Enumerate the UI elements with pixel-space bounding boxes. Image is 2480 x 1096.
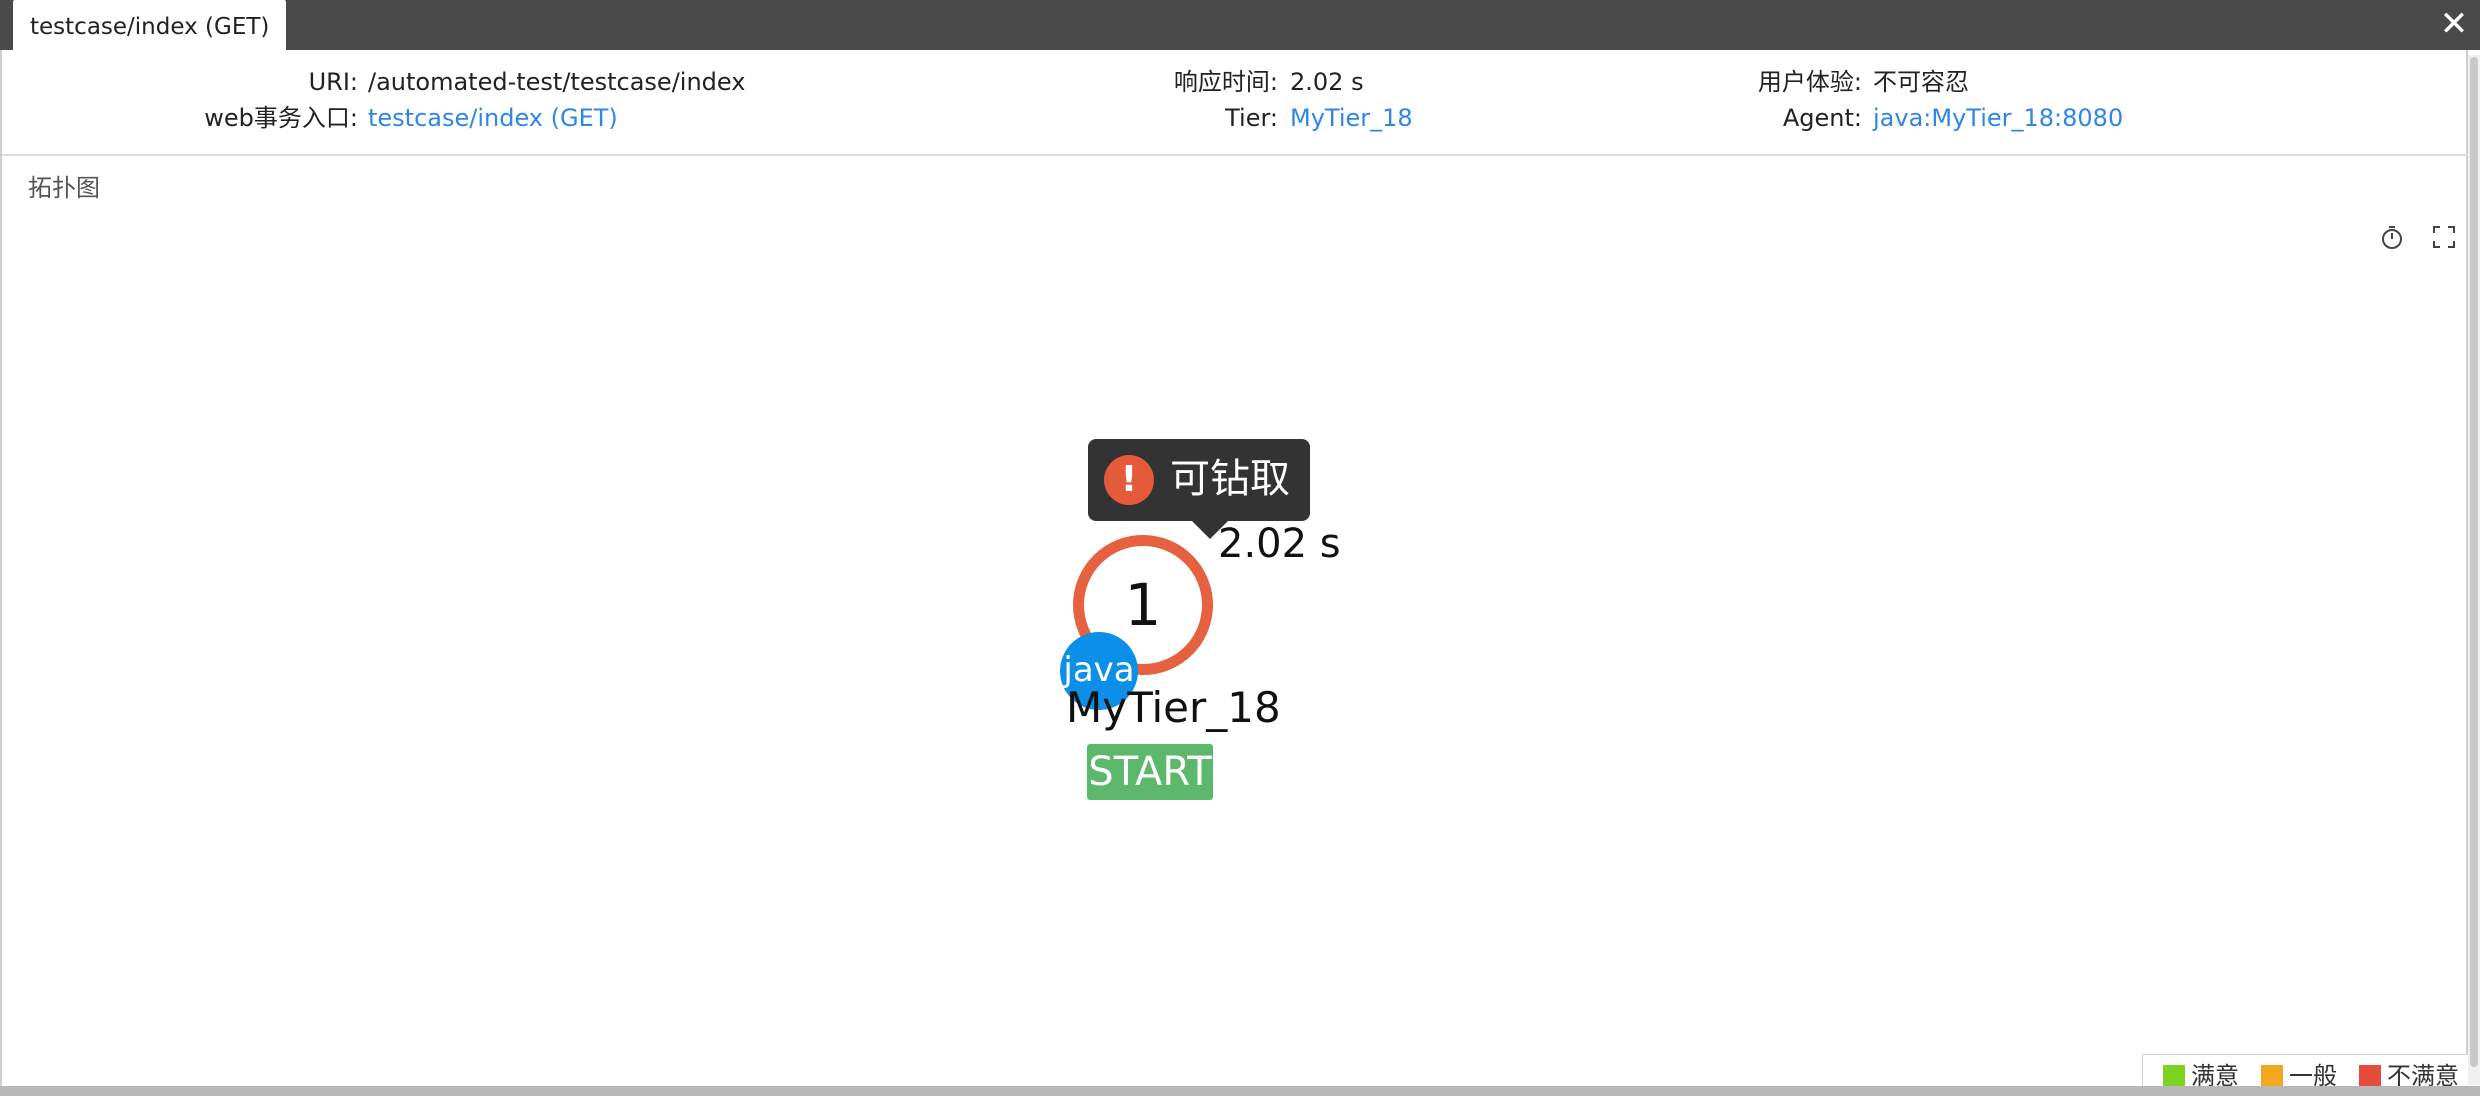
agent-label: Agent: <box>1782 104 1862 132</box>
drillable-tooltip[interactable]: ! 可钻取 <box>1088 439 1310 539</box>
close-icon[interactable]: ✕ <box>2434 4 2474 44</box>
response-time-label: 响应时间: <box>1173 68 1278 96</box>
tier-label: Tier: <box>1225 104 1278 132</box>
warning-icon: ! <box>1104 455 1154 505</box>
agent-link[interactable]: java:MyTier_18:8080 <box>1873 101 2123 135</box>
user-experience-label: 用户体验: <box>1757 68 1862 96</box>
uri-value: /automated-test/testcase/index <box>368 68 746 96</box>
uri-label: URI: <box>308 68 358 96</box>
topology-title: 拓扑图 <box>28 174 100 202</box>
scrollbar-thumb[interactable] <box>2470 57 2478 1067</box>
legend-swatch <box>2261 1065 2283 1087</box>
fullscreen-icon[interactable] <box>2429 222 2459 252</box>
bottom-scrollbar[interactable] <box>0 1086 2480 1096</box>
drillable-label: 可钻取 <box>1170 456 1290 502</box>
tab-testcase-index[interactable]: testcase/index (GET) <box>13 0 287 50</box>
user-experience-value: 不可容忍 <box>1873 68 1969 96</box>
start-tag: START <box>1087 744 1213 800</box>
node-tier-name: MyTier_18 <box>1066 683 1281 732</box>
title-bar: testcase/index (GET) ✕ <box>0 0 2480 50</box>
entry-label: web事务入口: <box>204 104 358 132</box>
legend-swatch <box>2163 1065 2185 1087</box>
transaction-info-panel: URI: /automated-test/testcase/index 响应时间… <box>2 50 2468 156</box>
timer-icon[interactable] <box>2377 222 2407 252</box>
vertical-scrollbar[interactable] <box>2468 55 2480 1085</box>
legend-swatch <box>2359 1065 2381 1087</box>
info-row-1: URI: /automated-test/testcase/index 响应时间… <box>2 65 2468 99</box>
info-row-2: web事务入口: testcase/index (GET) Tier: MyTi… <box>2 101 2468 135</box>
response-time-value: 2.02 s <box>1290 68 1364 96</box>
tier-link[interactable]: MyTier_18 <box>1290 101 1413 135</box>
entry-link[interactable]: testcase/index (GET) <box>368 101 618 135</box>
node-latency: 2.02 s <box>1218 521 1341 567</box>
